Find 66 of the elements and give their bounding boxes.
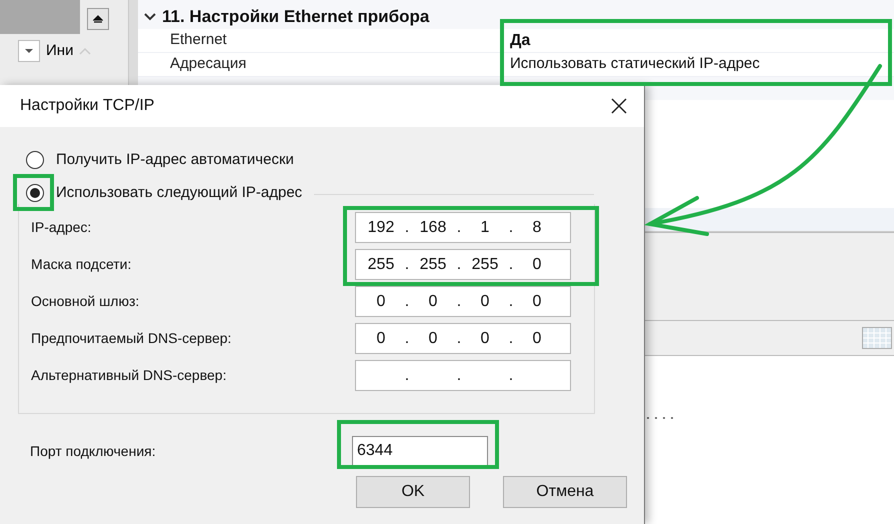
dotted-line — [647, 416, 675, 420]
octet-value: 168 — [418, 218, 448, 238]
dot-separator: . — [456, 292, 462, 312]
dot-separator: . — [508, 328, 514, 348]
field-label: IP-адрес: — [31, 218, 92, 237]
field-label: Альтернативный DNS-сервер: — [31, 366, 228, 385]
dot-separator: . — [404, 292, 410, 312]
scroll-top-button[interactable] — [87, 8, 109, 30]
close-icon — [611, 98, 627, 114]
dot-separator: . — [508, 292, 514, 312]
radio-button[interactable] — [26, 184, 44, 202]
octet-value: 0 — [376, 292, 386, 312]
dialog-title: Настройки TCP/IP — [20, 96, 154, 116]
octet-value: 0 — [376, 328, 386, 348]
ip-address-field[interactable]: 255 . 255 . 255 . 0 — [355, 249, 571, 280]
section-title: 11. Настройки Ethernet прибора — [162, 6, 430, 28]
octet-value: 1 — [480, 218, 490, 238]
octet-value: 255 — [470, 254, 500, 274]
up-arrow-icon — [93, 14, 103, 24]
property-label: Ethernet — [169, 30, 228, 50]
dot-separator: . — [508, 218, 514, 238]
chevron-down-icon — [144, 13, 156, 21]
radio-label: Использовать следующий IP-адрес — [56, 182, 302, 202]
ip-address-field[interactable]: 0 . 0 . 0 . 0 — [355, 286, 571, 317]
field-label: Порт подключения: — [30, 442, 157, 461]
octet-value: 0 — [480, 292, 490, 312]
dot-separator: . — [508, 366, 514, 386]
column-label: Ини — [46, 40, 74, 61]
dialog-button[interactable]: Отмена — [503, 476, 627, 508]
caret-icon — [24, 48, 34, 54]
highlight-frame — [13, 174, 54, 211]
radio-label: Получить IP-адрес автоматически — [56, 150, 294, 170]
ip-address-field[interactable]: . . . — [355, 360, 571, 391]
dot-separator: . — [404, 254, 410, 274]
octet-value: 0 — [428, 328, 438, 348]
dot-separator: . — [456, 254, 462, 274]
octet-value: 255 — [418, 254, 448, 274]
dot-separator: . — [404, 218, 410, 238]
octet-value: 192 — [366, 218, 396, 238]
dot-separator: . — [456, 328, 462, 348]
octet-value: 8 — [532, 218, 542, 238]
field-label: Основной шлюз: — [31, 292, 140, 311]
dot-separator: . — [404, 366, 410, 386]
property-value: Да — [510, 30, 530, 50]
octet-value: 0 — [428, 292, 438, 312]
dot-separator: . — [456, 366, 462, 386]
radio-button[interactable] — [26, 151, 44, 170]
field-label: Маска подсети: — [31, 255, 132, 274]
octet-value: 0 — [532, 292, 542, 312]
property-value: Использовать статический IP-адрес — [510, 54, 760, 74]
dot-separator: . — [456, 218, 462, 238]
ip-address-field[interactable]: 192 . 168 . 1 . 8 — [355, 212, 571, 243]
grid-icon — [862, 327, 892, 349]
dialog-button[interactable]: OK — [356, 476, 470, 508]
field-label: Предпочитаемый DNS-сервер: — [31, 329, 232, 348]
octet-value: 0 — [532, 254, 542, 274]
dot-separator: . — [508, 254, 514, 274]
chevron-up-icon — [79, 47, 92, 55]
ip-address-field[interactable]: 0 . 0 . 0 . 0 — [355, 323, 571, 354]
dot-separator: . — [404, 328, 410, 348]
octet-value: 0 — [480, 328, 490, 348]
octet-value: 255 — [366, 254, 396, 274]
property-label: Адресация — [169, 54, 248, 74]
dropdown-button[interactable] — [18, 40, 40, 62]
port-field[interactable]: 6344 — [352, 436, 488, 466]
octet-value: 0 — [532, 328, 542, 348]
